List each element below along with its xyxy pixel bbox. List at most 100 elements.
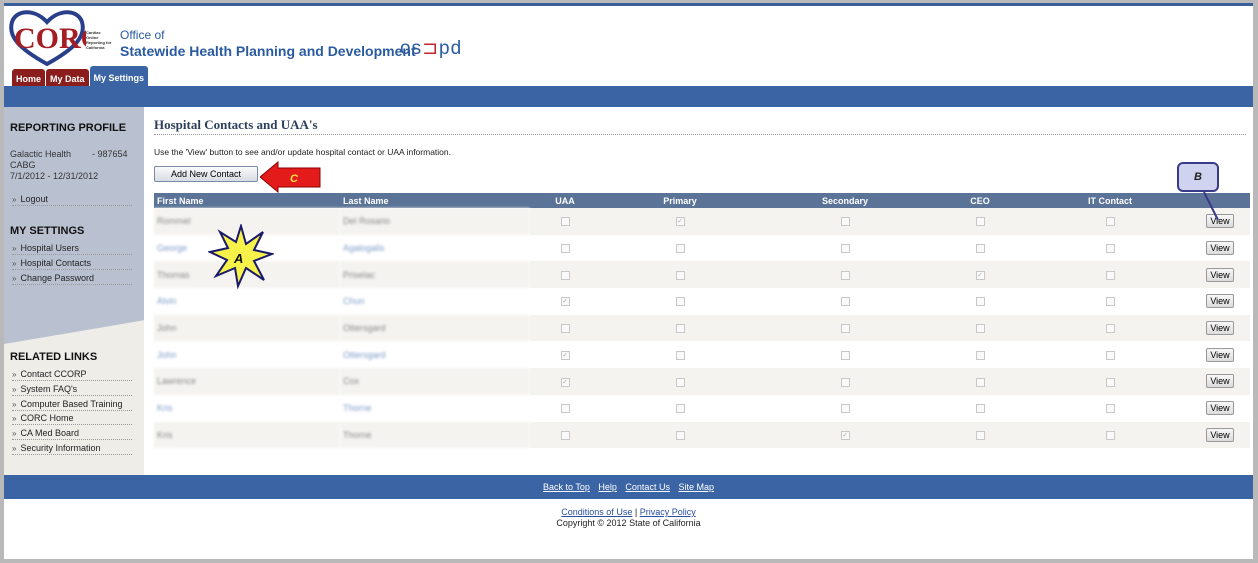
table-row: George Agalogalis View (154, 235, 1250, 262)
site-map-link[interactable]: Site Map (678, 482, 714, 492)
uaa-checkbox (560, 270, 570, 280)
cell-uaa (530, 235, 600, 262)
related-link-security[interactable]: Security Information (12, 443, 132, 455)
cell-ceo (930, 421, 1030, 449)
callout-b: B (1177, 162, 1219, 192)
copyright: Copyright © 2012 State of California (556, 518, 701, 528)
col-primary: Primary (600, 193, 760, 208)
conditions-link[interactable]: Conditions of Use (561, 507, 632, 517)
primary-checkbox (675, 324, 685, 334)
callout-c-arrow-icon: C (260, 161, 321, 193)
it-checkbox (1105, 297, 1115, 307)
back-to-top-link[interactable]: Back to Top (543, 482, 590, 492)
add-new-contact-button[interactable]: Add New Contact (154, 166, 258, 182)
secondary-checkbox (840, 270, 850, 280)
svg-text:CORC: CORC (14, 22, 86, 55)
cell-it (1030, 235, 1190, 262)
uaa-checkbox (560, 217, 570, 227)
cell-ceo (930, 368, 1030, 395)
related-link-contact-ccorp[interactable]: Contact CCORP (12, 369, 132, 381)
program: CABG (10, 160, 36, 170)
cell-action: View (1190, 368, 1250, 395)
it-checkbox (1105, 244, 1115, 254)
it-checkbox (1105, 217, 1115, 227)
uaa-checkbox (560, 404, 570, 414)
hospital-name: Galactic Health (10, 149, 72, 159)
cell-primary: ✓ (600, 208, 760, 235)
cell-ceo (930, 395, 1030, 422)
it-checkbox (1105, 270, 1115, 280)
help-link[interactable]: Help (598, 482, 617, 492)
cell-secondary (760, 261, 930, 289)
view-button[interactable]: View (1206, 427, 1234, 442)
tab-my-settings[interactable]: My Settings (89, 66, 149, 88)
table-row: John Ottersgard ✓ View (154, 341, 1250, 368)
sidebar-item-change-password[interactable]: Change Password (12, 273, 132, 285)
cell-secondary (760, 208, 930, 235)
it-checkbox (1105, 377, 1115, 387)
logout-link[interactable]: Logout (12, 194, 132, 206)
table-row: Lawrence Cox ✓ View (154, 368, 1250, 395)
primary-checkbox (675, 270, 685, 280)
first-name: Alvin (157, 296, 177, 307)
view-button[interactable]: View (1206, 347, 1234, 362)
secondary-checkbox (840, 324, 850, 334)
view-button[interactable]: View (1206, 401, 1234, 416)
cell-primary (600, 421, 760, 449)
ceo-checkbox (975, 297, 985, 307)
related-link-med-board[interactable]: CA Med Board (12, 428, 132, 440)
table-row: Rommel Del Rosario ✓ View (154, 208, 1250, 235)
secondary-checkbox (840, 404, 850, 414)
cell-action: View (1190, 395, 1250, 422)
sidebar: REPORTING PROFILE Galactic Health - 9876… (4, 107, 144, 475)
office-line2: Statewide Health Planning and Developmen… (120, 43, 416, 59)
related-link-corc-home[interactable]: CORC Home (12, 413, 132, 425)
it-checkbox (1105, 404, 1115, 414)
view-button[interactable]: View (1206, 294, 1234, 309)
primary-checkbox (675, 430, 685, 440)
first-name: John (154, 314, 340, 342)
cell-primary (600, 288, 760, 315)
secondary-checkbox: ✓ (840, 430, 850, 440)
uaa-checkbox: ✓ (560, 377, 570, 387)
secondary-checkbox (840, 244, 850, 254)
primary-checkbox (675, 350, 685, 360)
table-row: Alvin Chun ✓ View (154, 288, 1250, 315)
first-name: Kris (154, 421, 340, 449)
privacy-link[interactable]: Privacy Policy (640, 507, 696, 517)
sidebar-item-hospital-users[interactable]: Hospital Users (12, 243, 132, 255)
reporting-period: 7/1/2012 - 12/31/2012 (10, 171, 99, 181)
last-name: Ottersgard (343, 349, 386, 360)
cell-it (1030, 368, 1190, 395)
svg-text:C: C (290, 173, 299, 185)
office-line1: Office of (120, 28, 165, 42)
related-link-training[interactable]: Computer Based Training (12, 399, 132, 411)
hospital-id: - 987654 (92, 149, 128, 159)
oshpd-logo: os⊐pd (400, 38, 463, 59)
first-name: Kris (157, 403, 173, 414)
sidebar-item-hospital-contacts[interactable]: Hospital Contacts (12, 258, 132, 270)
ceo-checkbox (975, 404, 985, 414)
svg-text:A: A (233, 251, 243, 266)
col-first-name: First Name (154, 193, 340, 208)
contact-us-link[interactable]: Contact Us (625, 482, 670, 492)
main-tabs: Home My Data My Settings (12, 66, 149, 88)
contacts-table: First Name Last Name UAA Primary Seconda… (154, 193, 1250, 449)
cell-secondary (760, 368, 930, 395)
view-button[interactable]: View (1206, 267, 1234, 282)
related-link-faq[interactable]: System FAQ's (12, 384, 132, 396)
cell-uaa (530, 261, 600, 289)
primary-checkbox (675, 377, 685, 387)
cell-ceo (930, 314, 1030, 342)
cell-ceo (930, 208, 1030, 235)
last-name: Chun (343, 296, 365, 307)
separator: | (634, 507, 638, 517)
view-button[interactable]: View (1206, 321, 1234, 336)
cell-uaa: ✓ (530, 368, 600, 395)
corc-logo: CORC Cardiac Online Reporting for Califo… (8, 8, 118, 67)
view-button[interactable]: View (1206, 241, 1234, 256)
cell-it (1030, 288, 1190, 315)
intro-text: Use the 'View' button to see and/or upda… (154, 147, 451, 157)
cell-secondary: ✓ (760, 421, 930, 449)
view-button[interactable]: View (1206, 374, 1234, 389)
